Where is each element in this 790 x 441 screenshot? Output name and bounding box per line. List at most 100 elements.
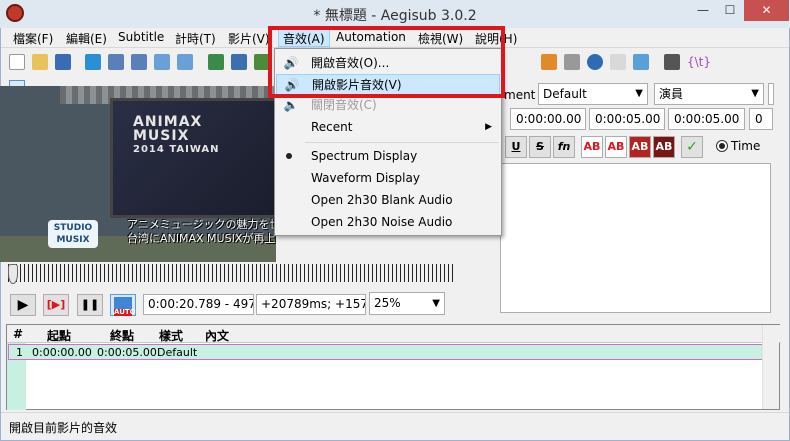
strikeout-button[interactable]: S: [529, 136, 551, 158]
menu-timing[interactable]: 計時(T): [175, 30, 216, 47]
subtitle-line-2: 台湾にANIMAX MUSIXが再上陸: [127, 232, 276, 245]
table-row[interactable]: 1 0:00:00.00 0:00:05.00 Default: [8, 344, 765, 360]
minimize-button[interactable]: —: [690, 0, 716, 21]
style-value: Default: [543, 87, 587, 101]
menu-video[interactable]: 影片(V): [228, 30, 270, 47]
title-bar[interactable]: * 無標題 - Aegisub 3.0.2 — ☐ ✕: [0, 0, 790, 28]
menu-blank-audio-label: Open 2h30 Blank Audio: [311, 193, 453, 207]
menu-spectrum-label: Spectrum Display: [311, 149, 418, 163]
video-offset-display[interactable]: +20789ms; +15789: [256, 294, 366, 315]
window-title: * 無標題 - Aegisub 3.0.2: [313, 8, 477, 24]
zoom-in-icon[interactable]: [108, 54, 124, 70]
banner-line-1: ANIMAX: [133, 114, 203, 130]
fonts-collector-icon[interactable]: [541, 54, 557, 70]
commit-button[interactable]: ✓: [681, 136, 703, 158]
menu-file[interactable]: 檔案(F): [13, 30, 53, 47]
tag-hide-icon[interactable]: {\t}: [687, 54, 711, 70]
underline-button[interactable]: U: [505, 136, 527, 158]
event-banner-image: ANIMAX MUSIX 2014 TAIWAN: [110, 98, 276, 218]
subtitle-text-area[interactable]: [500, 163, 771, 313]
kanji-timer-icon[interactable]: [564, 54, 580, 70]
properties-icon[interactable]: [231, 54, 247, 70]
spell-check-icon[interactable]: [633, 54, 649, 70]
resample-icon[interactable]: [610, 54, 626, 70]
col-number: #: [13, 327, 24, 341]
radio-dot: [719, 143, 725, 149]
status-text: 開啟目前影片的音效: [9, 421, 118, 435]
menu-close-audio-label: 關閉音效(C): [311, 98, 377, 112]
maximize-button[interactable]: ☐: [717, 0, 743, 21]
actor-select[interactable]: 演員 ▼: [654, 83, 764, 105]
zoom-value: 25%: [374, 296, 401, 310]
menu-open-noise-audio[interactable]: Open 2h30 Noise Audio: [276, 212, 500, 233]
studio-musix-logo: STUDIO MUSIX: [48, 220, 98, 248]
autoscroll-button[interactable]: AUTO: [110, 294, 136, 316]
chevron-down-icon: ▼: [635, 88, 643, 99]
play-button[interactable]: ▶: [10, 294, 36, 316]
snap-start-icon[interactable]: [154, 54, 170, 70]
seek-thumb[interactable]: [8, 264, 18, 284]
video-zoom-select[interactable]: 25% ▼: [369, 292, 445, 315]
new-file-icon[interactable]: [9, 54, 25, 70]
primary-color-button[interactable]: AB: [581, 136, 603, 158]
open-file-icon[interactable]: [32, 54, 48, 70]
end-time-field[interactable]: 0:00:05.00: [589, 108, 665, 130]
comment-label[interactable]: ment: [504, 88, 535, 102]
timing-postprocessor-icon[interactable]: [587, 54, 603, 70]
start-time-field[interactable]: 0:00:00.00: [510, 108, 586, 130]
bullet-icon: [286, 153, 292, 159]
annotation-highlight-box: [268, 26, 505, 98]
banner-line-3: 2014 TAIWAN: [133, 144, 220, 155]
row-number: 1: [16, 346, 23, 359]
menu-subtitle[interactable]: Subtitle: [118, 30, 164, 44]
submenu-arrow-icon: ▶: [485, 122, 492, 132]
jump-to-icon[interactable]: [85, 54, 101, 70]
menu-recent[interactable]: Recent ▶: [276, 117, 500, 138]
duration-field[interactable]: 0:00:05.00: [668, 108, 745, 130]
menu-close-audio[interactable]: 🔈 關閉音效(C): [276, 95, 500, 116]
col-start: 起點: [47, 329, 72, 343]
zoom-out-icon[interactable]: [131, 54, 147, 70]
snap-end-icon[interactable]: [177, 54, 193, 70]
font-button[interactable]: fn: [553, 136, 575, 158]
layer-field[interactable]: 0: [749, 108, 773, 130]
menu-spectrum-display[interactable]: Spectrum Display: [276, 146, 500, 167]
status-bar: 開啟目前影片的音效: [1, 412, 789, 440]
save-icon[interactable]: [55, 54, 71, 70]
shadow-color-button[interactable]: AB: [653, 136, 675, 158]
row-end: 0:00:05.00: [97, 346, 157, 359]
row-start: 0:00:00.00: [32, 346, 92, 359]
close-audio-icon: 🔈: [283, 98, 299, 112]
options-icon[interactable]: [664, 54, 680, 70]
chevron-down-icon: ▼: [751, 88, 759, 99]
style-manager-icon[interactable]: [208, 54, 224, 70]
logo-line-2: MUSIX: [56, 235, 90, 245]
menu-waveform-display[interactable]: Waveform Display: [276, 168, 500, 189]
menu-open-blank-audio[interactable]: Open 2h30 Blank Audio: [276, 190, 500, 211]
time-radio[interactable]: [716, 140, 728, 152]
logo-line-1: STUDIO: [53, 223, 93, 233]
video-time-display[interactable]: 0:00:20.789 - 497: [143, 294, 254, 315]
menu-edit[interactable]: 編輯(E): [66, 30, 107, 47]
grid-scrollbar[interactable]: [762, 325, 779, 409]
effect-field[interactable]: [768, 83, 774, 105]
menu-waveform-label: Waveform Display: [311, 171, 420, 185]
grid-header: # 起點 終點 樣式 內文: [7, 325, 781, 343]
play-line-button[interactable]: [▶]: [43, 294, 69, 316]
video-seek-bar[interactable]: [8, 264, 453, 282]
banner-line-2: MUSIX: [133, 128, 190, 144]
col-style: 樣式: [159, 329, 184, 343]
pause-button[interactable]: ❚❚: [77, 294, 103, 316]
banner-title: ANIMAX MUSIX 2014 TAIWAN: [133, 115, 220, 157]
menu-recent-label: Recent: [311, 120, 353, 134]
secondary-color-button[interactable]: AB: [605, 136, 627, 158]
subtitle-grid[interactable]: # 起點 終點 樣式 內文 1 0:00:00.00 0:00:05.00 De…: [6, 324, 781, 410]
close-button[interactable]: ✕: [744, 0, 789, 21]
outline-color-button[interactable]: AB: [629, 136, 651, 158]
video-display[interactable]: ANIMAX MUSIX 2014 TAIWAN STUDIO MUSIX アニ…: [0, 86, 276, 262]
row-style: Default: [157, 346, 198, 359]
actor-value: 演員: [659, 87, 684, 101]
chevron-down-icon: ▼: [432, 298, 440, 309]
style-select[interactable]: Default ▼: [538, 83, 648, 105]
time-radio-label: Time: [731, 139, 761, 153]
